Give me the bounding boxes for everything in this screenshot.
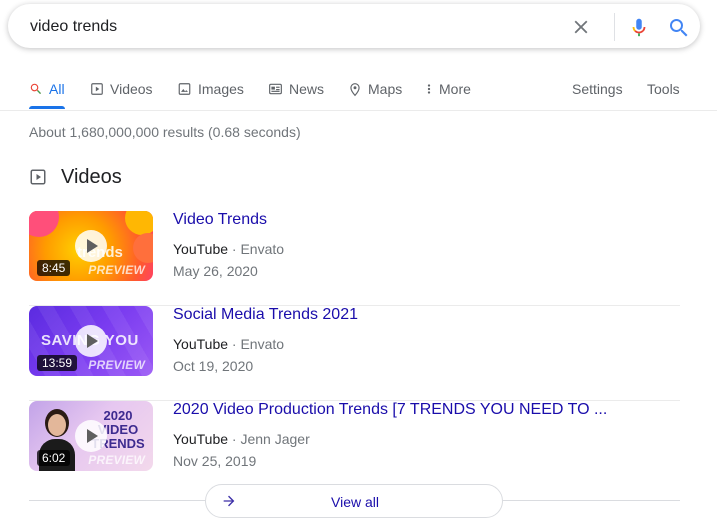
video-thumbnail[interactable]: 2020 VIDEO TRENDS 6:02 PREVIEW — [29, 401, 153, 471]
video-duration: 6:02 — [37, 450, 71, 466]
section-title: Videos — [61, 165, 122, 188]
microphone-icon[interactable] — [628, 15, 650, 39]
video-meta: YouTube · Envato — [173, 241, 284, 257]
meta-separator: · — [228, 241, 241, 257]
settings-link[interactable]: Settings — [572, 79, 623, 99]
play-box-icon — [30, 169, 46, 185]
tools-label: Tools — [647, 81, 680, 97]
tab-all-label: All — [49, 81, 65, 97]
video-result[interactable]: 2020 VIDEO TRENDS 6:02 PREVIEW 2020 Vide… — [29, 401, 680, 496]
tab-all[interactable]: All — [29, 79, 65, 99]
tab-maps[interactable]: Maps — [348, 79, 402, 99]
search-icon[interactable] — [667, 16, 691, 40]
videos-section-header: Videos — [29, 164, 122, 190]
preview-label: PREVIEW — [88, 358, 145, 372]
search-input[interactable] — [30, 16, 550, 38]
video-date: May 26, 2020 — [173, 263, 258, 279]
video-date: Oct 19, 2020 — [173, 358, 254, 374]
preview-label: PREVIEW — [88, 453, 145, 467]
tools-link[interactable]: Tools — [647, 79, 680, 99]
video-source: YouTube — [173, 431, 229, 447]
video-thumbnail[interactable]: SAVING YOU 13:59 PREVIEW — [29, 306, 153, 376]
video-thumbnail[interactable]: trends 8:45 PREVIEW — [29, 211, 153, 281]
view-all-label: View all — [331, 494, 379, 510]
tab-more-label: More — [439, 81, 471, 97]
video-channel: Envato — [240, 241, 285, 257]
image-icon — [178, 83, 191, 95]
play-icon — [75, 420, 107, 452]
view-all-button[interactable]: View all — [205, 484, 503, 518]
video-duration: 13:59 — [37, 355, 78, 371]
play-icon — [75, 230, 107, 262]
video-channel: Jenn Jager — [240, 431, 310, 447]
preview-label: PREVIEW — [88, 263, 145, 277]
tab-images-label: Images — [198, 81, 244, 97]
tab-videos[interactable]: Videos — [90, 79, 153, 99]
video-title-link[interactable]: Video Trends — [173, 211, 267, 229]
location-pin-icon — [350, 82, 360, 96]
video-meta: YouTube · Envato — [173, 336, 284, 352]
tab-images[interactable]: Images — [177, 79, 244, 99]
video-title-link[interactable]: Social Media Trends 2021 — [173, 306, 358, 324]
meta-separator: · — [228, 431, 241, 447]
meta-separator: · — [228, 336, 241, 352]
search-icon — [30, 83, 41, 94]
video-duration: 8:45 — [37, 260, 71, 276]
clear-icon[interactable] — [570, 16, 592, 38]
search-tabs: All Videos Images News Maps More Setting… — [0, 72, 717, 112]
video-source: YouTube — [173, 336, 229, 352]
video-channel: Envato — [240, 336, 285, 352]
video-title-link[interactable]: 2020 Video Production Trends [7 TRENDS Y… — [173, 401, 607, 419]
tab-more[interactable]: More — [425, 79, 471, 99]
tabs-divider — [0, 110, 717, 111]
video-source: YouTube — [173, 241, 229, 257]
newspaper-icon — [269, 83, 282, 95]
tab-news[interactable]: News — [268, 79, 324, 99]
tab-videos-label: Videos — [110, 81, 153, 97]
video-result[interactable]: SAVING YOU 13:59 PREVIEW Social Media Tr… — [29, 306, 680, 401]
video-date: Nov 25, 2019 — [173, 453, 257, 469]
search-box — [8, 4, 700, 48]
active-tab-indicator — [29, 106, 65, 109]
play-icon — [75, 325, 107, 357]
tab-maps-label: Maps — [368, 81, 403, 97]
more-vert-icon — [427, 84, 431, 94]
result-stats: About 1,680,000,000 results (0.68 second… — [29, 124, 301, 140]
play-box-icon — [91, 83, 103, 95]
settings-label: Settings — [572, 81, 623, 97]
video-meta: YouTube · Jenn Jager — [173, 431, 310, 447]
tab-news-label: News — [289, 81, 325, 97]
search-divider — [614, 13, 615, 41]
video-result[interactable]: trends 8:45 PREVIEW Video Trends YouTube… — [29, 211, 680, 306]
